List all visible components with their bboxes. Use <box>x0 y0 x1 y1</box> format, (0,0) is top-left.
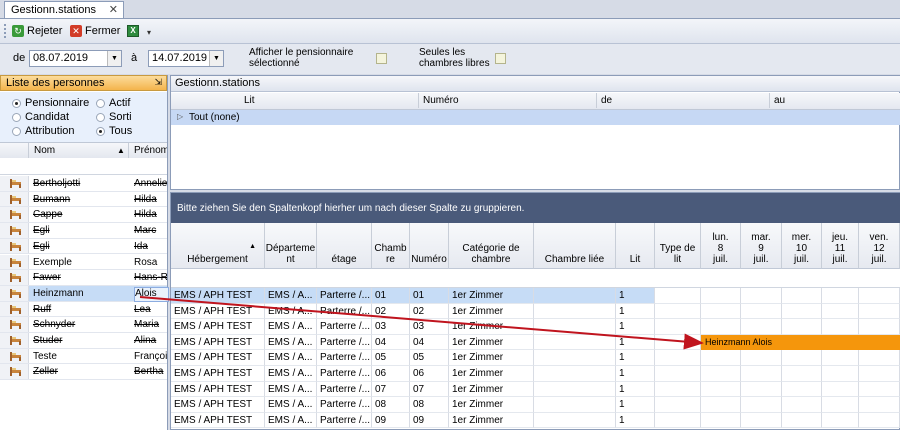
drag-arrow <box>139 296 704 350</box>
drag-arrow-overlay <box>139 296 704 350</box>
